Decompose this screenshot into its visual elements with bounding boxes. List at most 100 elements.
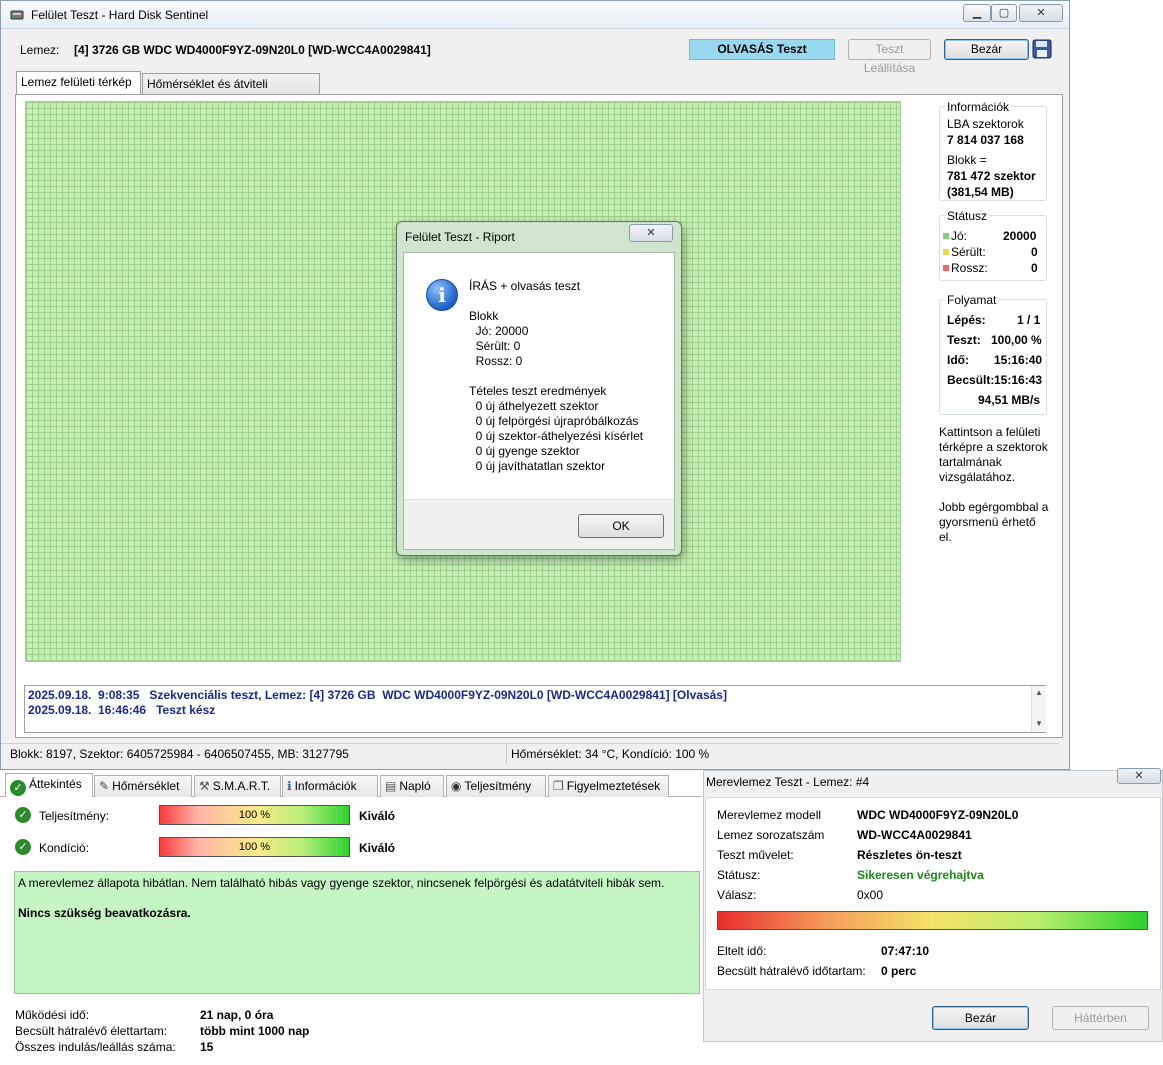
help-line: térképre a szektorok xyxy=(939,440,1048,454)
tab-overview-label: Áttekintés xyxy=(29,777,82,791)
start-stop-label: Összes indulás/leállás száma: xyxy=(15,1040,176,1054)
app-icon xyxy=(10,10,24,20)
tab-temperature-label: Hőmérséklet xyxy=(112,779,180,793)
background-button[interactable]: Háttérben xyxy=(1052,1006,1149,1030)
minimize-button[interactable]: ▁ xyxy=(963,4,991,22)
serial-value: WD-WCC4A0029841 xyxy=(857,828,972,842)
remaining-value: 0 perc xyxy=(881,964,917,978)
dialog-footer: OK xyxy=(404,499,674,549)
estimate-label: Becsült: xyxy=(947,373,995,387)
ok-button[interactable]: OK xyxy=(578,514,664,538)
close-window-button[interactable]: ✕ xyxy=(1019,4,1063,22)
remaining-label: Becsült hátralévő időtartam: xyxy=(717,964,866,978)
dialog-batch-title: Tételes teszt eredmények xyxy=(469,384,607,398)
condition-ok-icon: ✓ xyxy=(15,839,31,855)
dialog-block-title: Blokk xyxy=(469,309,499,323)
serial-label: Lemez sorozatszám xyxy=(717,828,825,842)
performance-bar: 100 % xyxy=(159,805,350,825)
lifetime-label: Becsült hátralévő élettartam: xyxy=(15,1024,168,1038)
progress-group-title: Folyamat xyxy=(945,293,999,307)
tab-alerts[interactable]: ❐ Figyelmeztetések xyxy=(548,775,669,797)
help-line: Kattintson a felületi xyxy=(939,425,1041,439)
tab-information[interactable]: ℹ Információk xyxy=(282,775,378,797)
tab-surface-map[interactable]: Lemez felületi térkép xyxy=(16,71,141,95)
dialog-result: 0 új javíthatatlan szektor xyxy=(469,459,606,473)
status-message: A merevlemez állapota hibátlan. Nem talá… xyxy=(18,876,665,890)
block-sectors: 781 472 szektor xyxy=(947,169,1036,183)
tools-icon: ⚒ xyxy=(199,779,210,793)
tab-smart-label: S.M.A.R.T. xyxy=(212,779,271,793)
disk-test-close-icon[interactable]: ✕ xyxy=(1117,768,1161,784)
dialog-close-button[interactable]: ✕ xyxy=(629,224,673,242)
help-line: el. xyxy=(939,530,952,544)
help-line: gyorsmenü érhető xyxy=(939,515,1036,529)
uptime-value: 21 nap, 0 óra xyxy=(200,1008,274,1022)
good-row: Jó: xyxy=(943,229,967,243)
log-scrollbar[interactable]: ▲ ▼ xyxy=(1031,686,1046,732)
log-area[interactable]: 2025.09.18. 9:08:35 Szekvenciális teszt,… xyxy=(24,685,1046,733)
dialog-result: 0 új gyenge szektor xyxy=(469,444,580,458)
good-color-swatch xyxy=(943,233,949,239)
tab-log-label: Napló xyxy=(399,779,431,793)
test-status-label: Státusz: xyxy=(717,868,761,882)
lifetime-value: több mint 1000 nap xyxy=(200,1024,310,1038)
status-bar-block-info: Blokk: 8197, Szektor: 6405725984 - 64065… xyxy=(10,747,349,761)
status-bar-temperature: Hőmérséklet: 34 °C, Kondíció: 100 % xyxy=(511,747,710,761)
close-button[interactable]: Bezár xyxy=(944,39,1029,60)
help-line: tartalmának xyxy=(939,455,1002,469)
tab-overview[interactable]: ✓ Áttekintés xyxy=(5,773,93,797)
tab-performance-label: Teljesítmény xyxy=(464,779,532,793)
dialog-result: 0 új áthelyezett szektor xyxy=(469,399,599,413)
title-bar: Felület Teszt - Hard Disk Sentinel ▁ ▢ ✕ xyxy=(1,1,1069,29)
tab-smart[interactable]: ⚒ S.M.A.R.T. xyxy=(194,775,281,797)
tab-log[interactable]: ▤ Napló xyxy=(380,775,444,797)
condition-label: Kondíció: xyxy=(39,841,90,855)
performance-rating: Kiváló xyxy=(359,809,396,823)
floppy-icon[interactable] xyxy=(1032,39,1052,59)
gauge-icon: ◉ xyxy=(451,779,462,793)
start-stop-value: 15 xyxy=(200,1040,214,1054)
sector-map-footer xyxy=(25,662,901,680)
tab-temperature[interactable]: ✎ Hőmérséklet xyxy=(94,775,192,797)
test-status-value: Sikeresen végrehajtva xyxy=(857,868,984,882)
damaged-color-swatch xyxy=(943,249,949,255)
good-label: Jó: xyxy=(951,229,968,243)
time-value: 15:16:40 xyxy=(994,353,1043,367)
block-size: (381,54 MB) xyxy=(947,185,1014,199)
scroll-up-icon[interactable]: ▲ xyxy=(1035,688,1043,697)
info-group-title: Információk xyxy=(945,100,1012,114)
answer-label: Válasz: xyxy=(717,888,757,902)
dialog-damaged: Sérült: 0 xyxy=(469,339,521,353)
thermometer-icon: ✎ xyxy=(99,779,110,793)
tab-performance[interactable]: ◉ Teljesítmény xyxy=(446,775,546,797)
document-icon: ▤ xyxy=(385,779,397,793)
lba-label: LBA szektorok xyxy=(947,117,1024,131)
drive-value: [4] 3726 GB WDC WD4000F9YZ-09N20L0 [WD-W… xyxy=(74,43,431,57)
test-value: 100,00 % xyxy=(991,333,1042,347)
model-value: WDC WD4000F9YZ-09N20L0 xyxy=(857,808,1019,822)
dialog-heading: ÍRÁS + olvasás teszt xyxy=(469,279,581,293)
damaged-row: Sérült: xyxy=(943,245,986,259)
help-line: vizsgálatához. xyxy=(939,470,1016,484)
uptime-label: Működési idő: xyxy=(15,1008,90,1022)
status-group-title: Státusz xyxy=(945,209,990,223)
drive-label: Lemez: xyxy=(20,43,60,57)
tab-information-label: Információk xyxy=(294,779,357,793)
status-bar: Blokk: 8197, Szektor: 6405725984 - 64065… xyxy=(1,743,1059,765)
scroll-down-icon[interactable]: ▼ xyxy=(1035,719,1043,728)
tab-temperature-speed[interactable]: Hőmérséklet és átviteli sebesség xyxy=(142,73,320,111)
report-dialog: Felület Teszt - Riport ✕ i ÍRÁS + olvasá… xyxy=(396,221,682,556)
status-message-box: A merevlemez állapota hibátlan. Nem talá… xyxy=(14,871,700,994)
bad-label: Rossz: xyxy=(951,261,988,275)
window-title: Felület Teszt - Hard Disk Sentinel xyxy=(31,8,209,22)
good-value: 20000 xyxy=(1003,229,1037,243)
stop-test-button[interactable]: Teszt Leállítása xyxy=(848,39,931,75)
disk-test-close-button[interactable]: Bezár xyxy=(932,1006,1029,1030)
dialog-good: Jó: 20000 xyxy=(469,324,529,338)
step-label: Lépés: xyxy=(947,313,986,327)
test-status-badge: OLVASÁS Teszt xyxy=(689,39,835,60)
check-icon: ✓ xyxy=(10,780,26,796)
maximize-button[interactable]: ▢ xyxy=(991,4,1017,22)
dialog-bad: Rossz: 0 xyxy=(469,354,523,368)
alerts-icon: ❐ xyxy=(553,779,564,793)
